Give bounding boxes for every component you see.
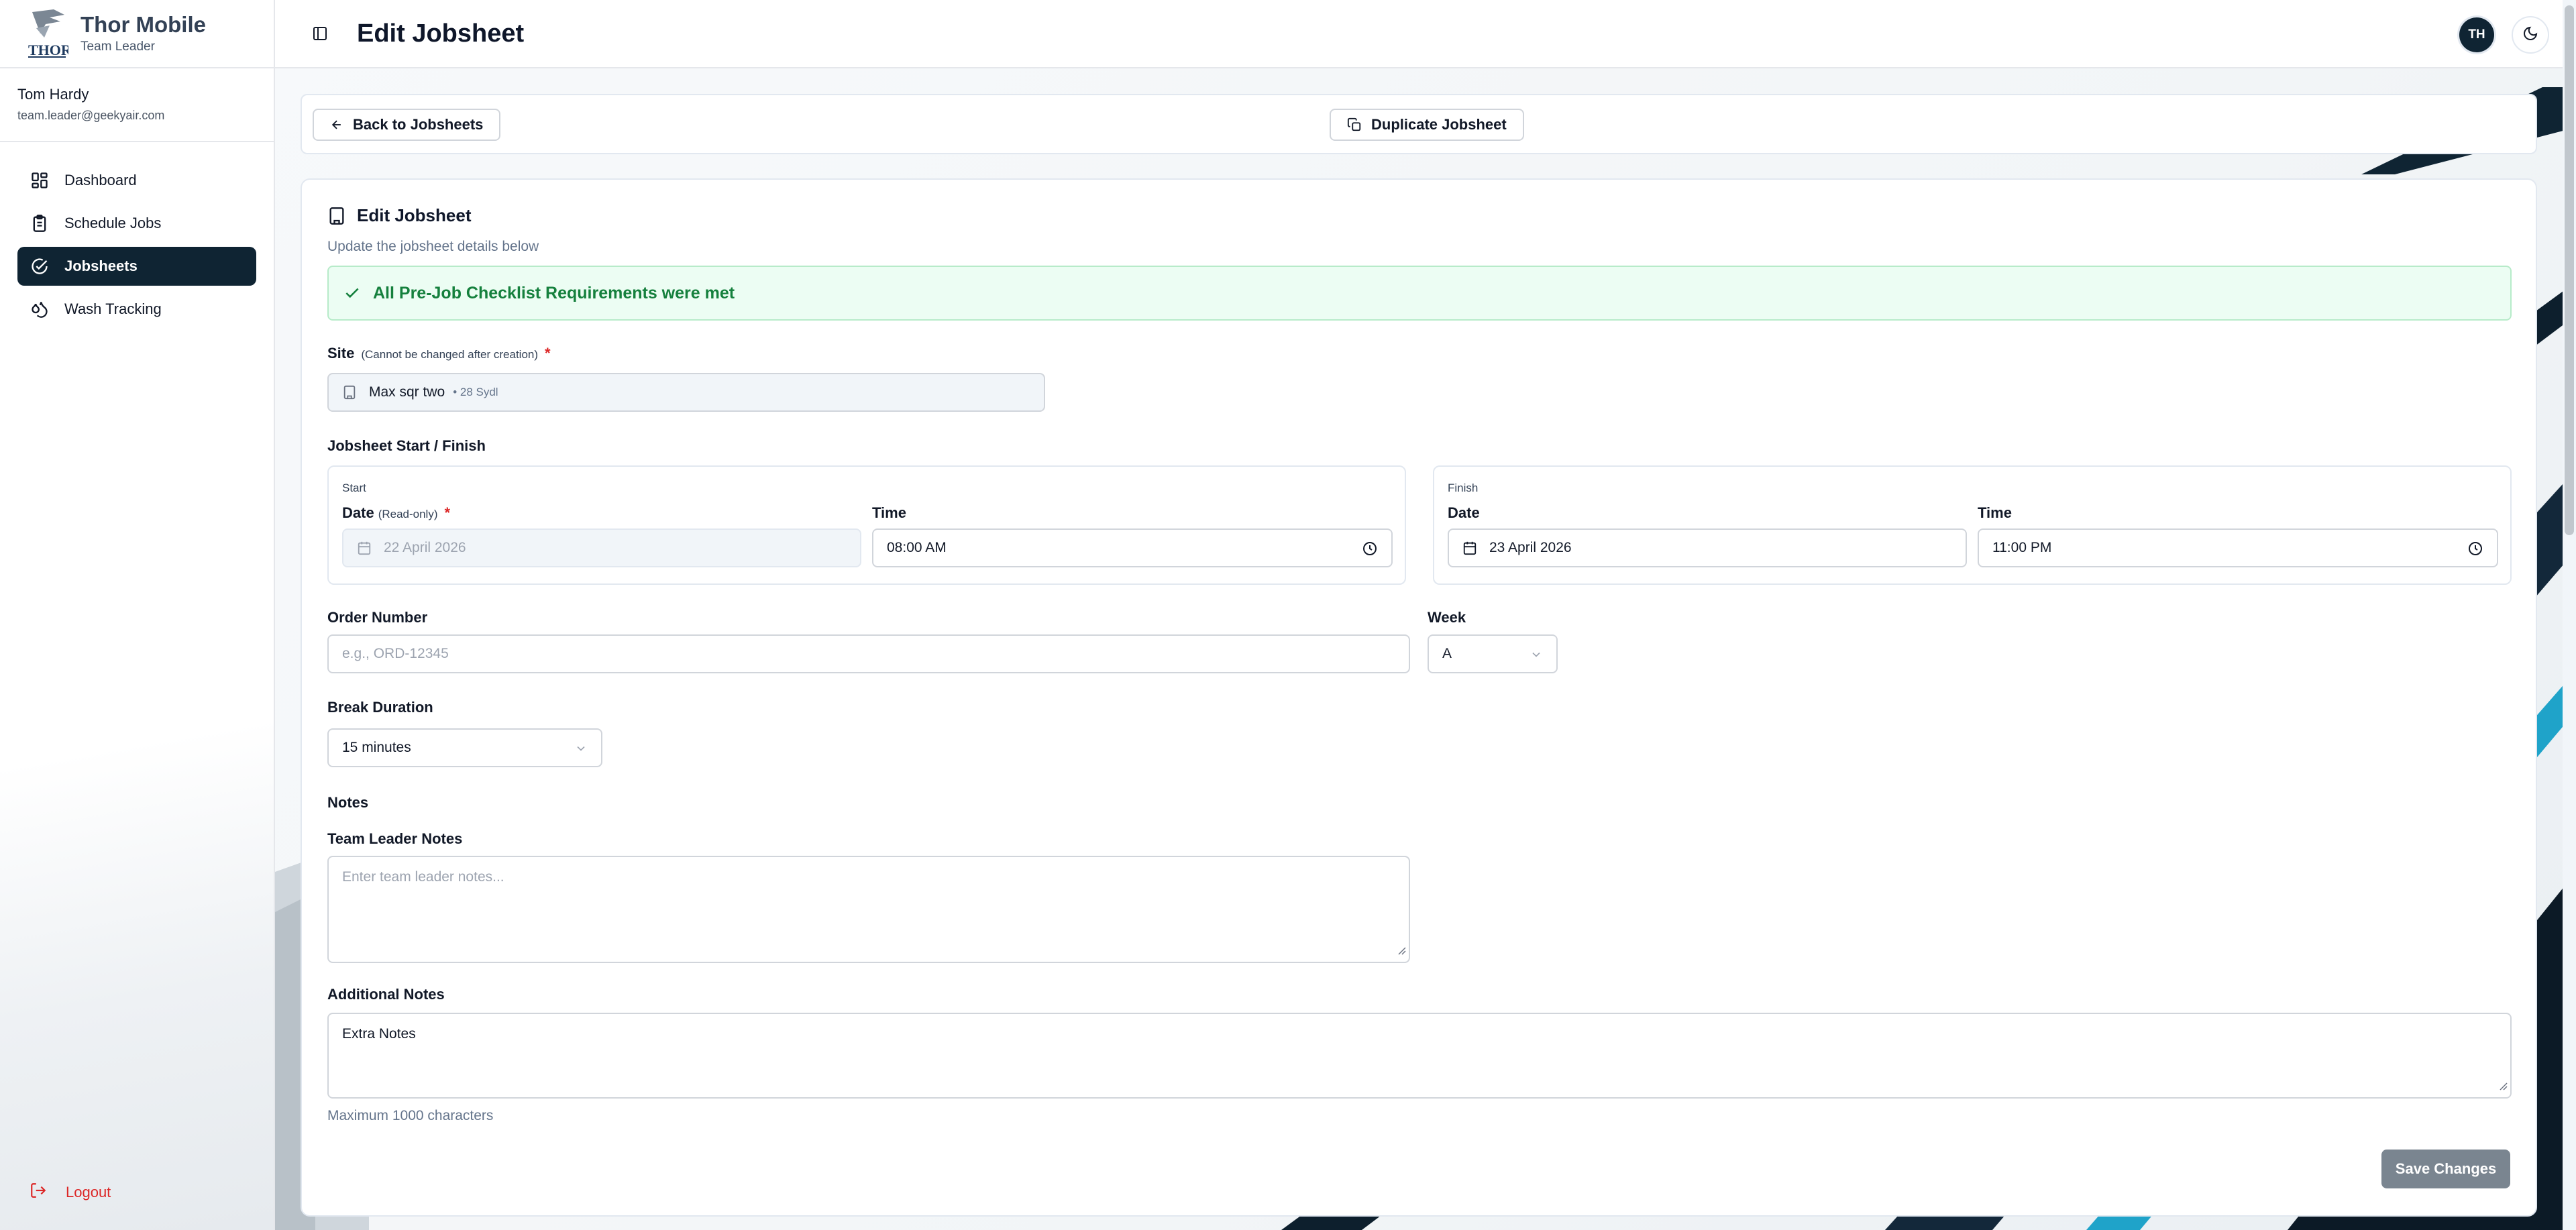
finish-time-value: 11:00 PM xyxy=(1992,540,2052,555)
additional-notes-label: Additional Notes xyxy=(327,986,445,1003)
character-limit-hint: Maximum 1000 characters xyxy=(327,1108,494,1123)
order-number-label: Order Number xyxy=(327,609,428,626)
start-caption: Start xyxy=(342,482,366,494)
notes-section-label: Notes xyxy=(327,794,369,811)
duplicate-label: Duplicate Jobsheet xyxy=(1371,116,1507,133)
user-info: Tom Hardy team.leader@geekyair.com xyxy=(0,68,274,142)
sidebar-item-wash-tracking[interactable]: Wash Tracking xyxy=(17,290,256,329)
back-to-jobsheets-button[interactable]: Back to Jobsheets xyxy=(313,109,501,141)
moon-icon xyxy=(2522,25,2538,45)
break-duration-select[interactable]: 15 minutes xyxy=(327,728,602,767)
arrow-left-icon xyxy=(330,118,343,131)
save-changes-button[interactable]: Save Changes xyxy=(2381,1150,2510,1188)
check-circle-icon xyxy=(30,256,50,276)
sidebar-toggle-icon[interactable] xyxy=(310,23,330,44)
additional-notes-value: Extra Notes xyxy=(342,1026,416,1042)
week-value: A xyxy=(1442,646,1452,661)
app-name: Thor Mobile xyxy=(80,12,206,37)
finish-date-input[interactable]: 23 April 2026 xyxy=(1448,528,1967,567)
site-field: Max sqr two • 28 Sydl xyxy=(327,373,1045,412)
action-bar: Back to Jobsheets Duplicate Jobsheet xyxy=(301,94,2537,154)
site-value: Max sqr two xyxy=(369,384,445,400)
sidebar-item-schedule-jobs[interactable]: Schedule Jobs xyxy=(17,204,256,243)
chevron-down-icon xyxy=(1529,648,1543,661)
scrollbar-thumb[interactable] xyxy=(2565,5,2574,535)
theme-toggle-button[interactable] xyxy=(2512,16,2549,54)
copy-icon xyxy=(1347,117,1362,132)
finish-caption: Finish xyxy=(1448,482,1479,494)
user-name: Tom Hardy xyxy=(17,86,89,103)
brand-header: THOR Thor Mobile Team Leader xyxy=(0,0,274,68)
team-leader-notes-label: Team Leader Notes xyxy=(327,830,463,847)
svg-text:THOR: THOR xyxy=(28,42,68,58)
finish-date-label: Date xyxy=(1448,504,1480,521)
break-duration-label: Break Duration xyxy=(327,699,433,716)
team-leader-notes-textarea[interactable]: Enter team leader notes... xyxy=(327,856,1410,963)
avatar[interactable]: TH xyxy=(2459,17,2494,52)
schedule-label: Jobsheet Start / Finish xyxy=(327,437,486,454)
calendar-icon xyxy=(1462,541,1477,555)
start-date-field: 22 April 2026 xyxy=(342,528,861,567)
calendar-icon xyxy=(357,541,372,555)
thor-logo: THOR xyxy=(27,8,72,59)
start-time-value: 08:00 AM xyxy=(887,540,947,555)
chevron-down-icon xyxy=(574,742,588,755)
building-icon xyxy=(327,207,346,225)
clock-icon xyxy=(1362,541,1378,557)
sidebar-item-label: Dashboard xyxy=(64,172,137,188)
team-leader-notes-placeholder: Enter team leader notes... xyxy=(342,869,504,885)
resize-handle-icon[interactable] xyxy=(1397,943,1406,959)
top-header: Edit Jobsheet TH xyxy=(275,0,2576,68)
card-title-text: Edit Jobsheet xyxy=(357,205,472,225)
logout-label: Logout xyxy=(66,1184,111,1200)
card-subtitle: Update the jobsheet details below xyxy=(327,239,539,254)
start-date-label: Date (Read-only) * xyxy=(342,504,451,521)
site-detail: • 28 Sydl xyxy=(453,386,498,398)
finish-group: Finish Date 23 April 2026 Time 11:00 PM xyxy=(1433,465,2512,585)
dashboard-grid-icon xyxy=(30,170,50,190)
start-date-value: 22 April 2026 xyxy=(384,540,466,555)
sidebar-item-label: Schedule Jobs xyxy=(64,215,162,231)
edit-jobsheet-card: Edit Jobsheet Update the jobsheet detail… xyxy=(301,178,2537,1217)
sidebar-item-label: Jobsheets xyxy=(64,258,138,274)
sidebar-item-label: Wash Tracking xyxy=(64,300,162,317)
week-select[interactable]: A xyxy=(1428,634,1558,673)
week-label: Week xyxy=(1428,609,1466,626)
check-icon xyxy=(343,284,361,302)
droplets-icon xyxy=(30,299,50,319)
banner-text: All Pre-Job Checklist Requirements were … xyxy=(373,283,735,302)
site-label: Site (Cannot be changed after creation) * xyxy=(327,345,551,361)
logout-button[interactable]: Logout xyxy=(30,1182,111,1203)
start-time-label: Time xyxy=(872,504,906,521)
app-role: Team Leader xyxy=(80,40,155,54)
page-scrollbar[interactable] xyxy=(2563,0,2576,1230)
finish-time-label: Time xyxy=(1978,504,2012,521)
finish-date-value: 23 April 2026 xyxy=(1489,540,1572,555)
sidebar-nav: Dashboard Schedule Jobs Jobsheets Wash T… xyxy=(0,142,274,351)
start-time-input[interactable]: 08:00 AM xyxy=(872,528,1393,567)
additional-notes-textarea[interactable]: Extra Notes xyxy=(327,1013,2512,1099)
resize-handle-icon[interactable] xyxy=(2498,1078,2508,1095)
order-number-input[interactable]: e.g., ORD-12345 xyxy=(327,634,1410,673)
checklist-success-banner: All Pre-Job Checklist Requirements were … xyxy=(327,266,2512,321)
break-duration-value: 15 minutes xyxy=(342,740,411,755)
start-group: Start Date (Read-only) * 22 April 2026 Tim… xyxy=(327,465,1406,585)
user-email: team.leader@geekyair.com xyxy=(17,109,165,122)
building-icon xyxy=(342,385,357,400)
back-label: Back to Jobsheets xyxy=(353,116,484,133)
page-title: Edit Jobsheet xyxy=(357,19,525,48)
card-title: Edit Jobsheet xyxy=(327,205,471,226)
clock-icon xyxy=(2467,541,2483,557)
logout-icon xyxy=(30,1182,47,1203)
finish-time-input[interactable]: 11:00 PM xyxy=(1978,528,2498,567)
sidebar-item-dashboard[interactable]: Dashboard xyxy=(17,161,256,200)
duplicate-jobsheet-button[interactable]: Duplicate Jobsheet xyxy=(1330,109,1524,141)
order-number-placeholder: e.g., ORD-12345 xyxy=(342,646,449,661)
sidebar-item-jobsheets[interactable]: Jobsheets xyxy=(17,247,256,286)
sidebar: THOR Thor Mobile Team Leader Tom Hardy t… xyxy=(0,0,275,1230)
clipboard-icon xyxy=(30,213,50,233)
